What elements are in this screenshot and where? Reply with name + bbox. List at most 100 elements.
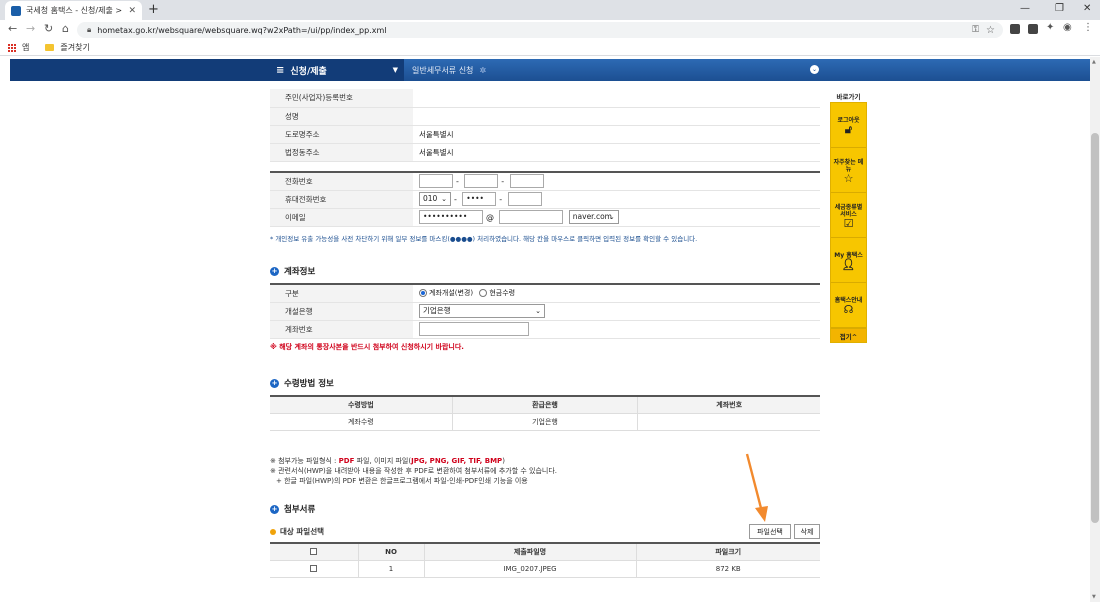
quick-my-hometax[interactable]: My 홈택스 👤︎ [831, 238, 866, 283]
section-bullet-icon: + [270, 504, 279, 514]
omnibox[interactable]: 🔒︎ hometax.go.kr/websquare/websquare.wq?… [77, 22, 1003, 38]
file-info-notes: ※ 첨부가능 파일형식 : PDF 파일, 이미지 파일(JPG, PNG, G… [270, 456, 557, 486]
quick-tax-service[interactable]: 세금종류별 서비스 ☑ [831, 193, 866, 238]
new-tab-button[interactable]: + [148, 2, 159, 17]
orange-arrow-annotation [745, 453, 768, 522]
chevron-down-icon: ⌄ [608, 213, 615, 221]
scroll-up-icon[interactable]: ▲ [1092, 59, 1096, 65]
account-number-field[interactable] [419, 322, 529, 336]
label-email: 이메일 [270, 208, 413, 227]
receipt-title: 수령방법 정보 [284, 379, 334, 389]
quick-links-panel: 바로가기 로그아웃 🔓︎ 자주찾는 메뉴 ☆ 세금종류별 서비스 ☑ My 홈택스 👤︎… [830, 91, 867, 343]
cell-account [637, 413, 820, 431]
mobile-field-3[interactable] [507, 192, 542, 206]
apps-icon[interactable] [8, 43, 16, 52]
cell-file-size: 872 KB [636, 560, 820, 578]
bookmarks-bar: 앱 즐겨찾기 [0, 40, 1100, 56]
puzzle-icon[interactable]: ✦ [1046, 22, 1054, 33]
email-at: @ [486, 212, 494, 222]
receipt-section-title: + 수령방법 정보 [270, 377, 334, 389]
tab-title: 국세청 홈택스 - 신청/제출 > 일 [26, 6, 126, 15]
radio-cash-label: 현금수령 [489, 289, 516, 298]
quick-frequent-menu[interactable]: 자주찾는 메뉴 ☆ [831, 148, 866, 193]
page-scrollbar[interactable]: ▲ ▼ [1090, 57, 1100, 602]
breadcrumb[interactable]: 일반세무서류 신청 ✲ [412, 59, 486, 81]
radio-cash[interactable] [479, 289, 488, 298]
phone-field-1[interactable] [419, 174, 453, 189]
back-icon[interactable]: ← [8, 22, 17, 35]
person-icon: 👤︎ [841, 258, 856, 271]
tab-close-icon[interactable]: ✕ [128, 6, 136, 16]
pdf-convert-note: + 한글 파일(HWP)의 PDF 변환은 한글프로그램에서 파일-인쇄-PDF… [276, 477, 528, 485]
bookmark-favorites[interactable]: 즐겨찾기 [60, 42, 89, 53]
expand-circle-icon[interactable]: ⌄ [810, 65, 819, 74]
account-title: 계좌정보 [284, 267, 316, 277]
email-domain-value: naver.com [572, 212, 612, 221]
chevron-down-icon: ⌄ [535, 307, 541, 315]
collapse-panel-button[interactable]: 접기^ [831, 328, 866, 342]
scrollbar-thumb[interactable] [1091, 133, 1099, 523]
file-row-checkbox[interactable] [310, 565, 318, 572]
cell-bank: 기업은행 [452, 413, 639, 431]
label-bank: 개설은행 [270, 302, 413, 321]
menu-dropdown[interactable]: ≡ 신청/제출 ▼ [10, 59, 404, 81]
hwp-note: ※ 관련서식(HWP)을 내려받아 내용을 작성한 후 PDF로 변환하여 첨부… [270, 467, 558, 475]
file-select-subtitle: 대상 파일선택 [270, 526, 324, 537]
minimize-icon[interactable]: — [1020, 3, 1030, 14]
value-resident-number [413, 89, 820, 108]
maximize-icon[interactable]: ❐ [1055, 3, 1064, 14]
account-warning: ※ 해당 계좌의 통장사본을 반드시 첨부하여 신청하시기 바랍니다. [270, 343, 464, 351]
extension-icon-1[interactable] [1010, 24, 1020, 34]
phone-field-3[interactable] [509, 174, 544, 189]
phone-field-2[interactable] [464, 174, 499, 189]
label-mobile: 휴대전화번호 [270, 190, 413, 209]
email-id-field[interactable]: •••••••••• [419, 210, 483, 224]
browser-tab-bar: 국세청 홈택스 - 신청/제출 > 일 ✕ + — ❐ ✕ [0, 0, 1100, 20]
bank-select[interactable]: 기업은행 ⌄ [419, 304, 545, 318]
email-domain-select[interactable]: naver.com ⌄ [568, 210, 619, 224]
label-account-type: 구분 [270, 284, 413, 303]
menu-dots-icon[interactable]: ⋮ [1083, 22, 1093, 33]
label-lot-address: 법정동주소 [270, 143, 413, 162]
email-domain-field[interactable] [499, 210, 564, 224]
quick-hometax-guide[interactable]: 홈택스안내 ☊ [831, 283, 866, 328]
home-icon[interactable]: ⌂ [62, 22, 69, 35]
scroll-down-icon[interactable]: ▼ [1092, 594, 1096, 600]
contact-table: 전화번호 - - 휴대전화번호 010 ⌄ - •••• - 이메일 ••••••••… [270, 171, 820, 227]
cell-method: 계좌수령 [270, 413, 453, 431]
forward-icon[interactable]: → [26, 22, 35, 35]
key-icon[interactable]: ⚿ [972, 25, 979, 35]
masking-notice: * 개인정보 유출 가능성을 사전 차단하기 위해 일부 정보를 마스킹(●●●… [270, 235, 698, 243]
quick-links-header: 바로가기 [836, 93, 861, 101]
reload-icon[interactable]: ↻ [44, 22, 53, 35]
extension-icon-2[interactable] [1028, 24, 1038, 34]
bookmark-apps[interactable]: 앱 [22, 42, 29, 53]
delete-button[interactable]: 삭제 [794, 524, 820, 539]
bookmark-star-icon[interactable]: ☆ [986, 25, 995, 36]
col-filesize: 파일크기 [636, 543, 820, 561]
file-select-button[interactable]: 파일선택 [749, 524, 791, 539]
mobile-prefix-select[interactable]: 010 ⌄ [419, 192, 451, 206]
menu-label: 신청/제출 [290, 66, 327, 77]
chevron-down-icon: ⌄ [441, 195, 447, 203]
table-row: 계좌수령 기업은행 [270, 413, 820, 431]
checkbox-icon: ☑ [843, 216, 854, 230]
star-icon: ☆ [843, 171, 854, 185]
breadcrumb-text: 일반세무서류 신청 [412, 65, 474, 75]
browser-tab[interactable]: 국세청 홈택스 - 신청/제출 > 일 ✕ [5, 1, 142, 20]
label-name: 성명 [270, 107, 413, 126]
unlock-icon: 🔓︎ [844, 123, 853, 136]
label-account-number: 계좌번호 [270, 320, 413, 339]
value-lot-address: 서울특별시 [413, 143, 820, 162]
close-window-icon[interactable]: ✕ [1083, 3, 1091, 14]
select-all-checkbox[interactable] [310, 548, 318, 556]
profile-icon[interactable]: ◉ [1063, 22, 1072, 33]
folder-icon [45, 44, 55, 51]
hamburger-icon: ≡ [276, 64, 285, 76]
value-road-address: 서울특별시 [413, 125, 820, 144]
radio-account-open[interactable] [419, 289, 427, 298]
col-checkbox [270, 543, 359, 561]
mobile-field-2[interactable]: •••• [462, 192, 497, 206]
quick-logout[interactable]: 로그아웃 🔓︎ [831, 103, 866, 148]
personal-info-table: 주민(사업자)등록번호 성명 도로명주소 서울특별시 법정동주소 서울특별시 [270, 89, 820, 162]
